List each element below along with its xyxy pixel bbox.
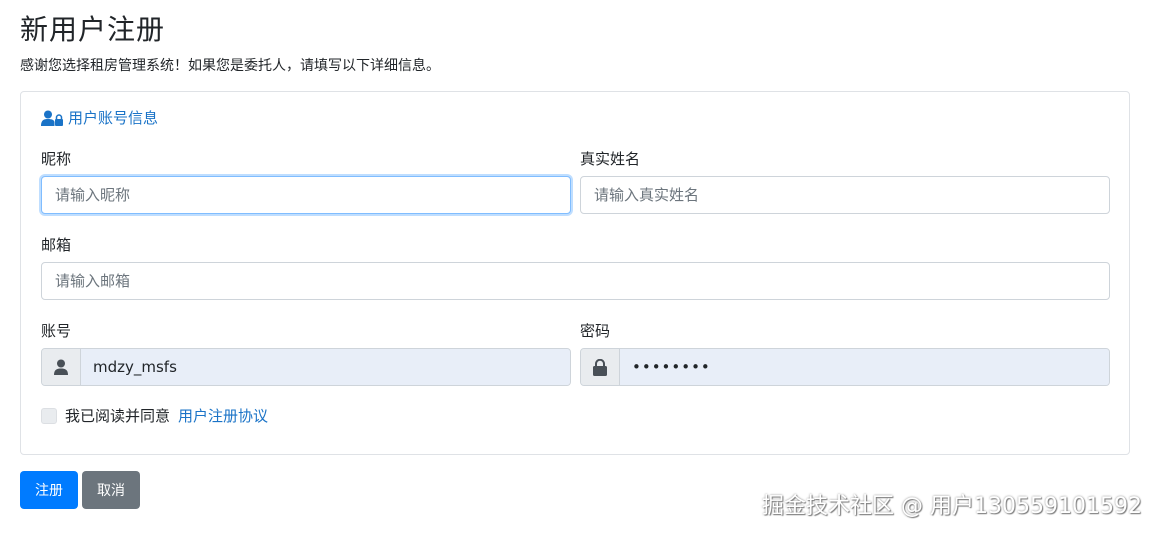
page-title: 新用户注册	[20, 13, 166, 46]
cancel-button[interactable]: 取消	[82, 471, 140, 509]
email-input[interactable]	[41, 262, 1110, 300]
agreement-link[interactable]: 用户注册协议	[178, 405, 268, 426]
register-button[interactable]: 注册	[20, 471, 78, 509]
agree-text: 我已阅读并同意	[65, 407, 171, 425]
realname-label: 真实姓名	[580, 150, 641, 168]
realname-input[interactable]	[580, 176, 1110, 214]
password-input[interactable]: ••••••••	[620, 349, 1109, 385]
password-label: 密码	[580, 322, 611, 340]
registration-card: 用户账号信息 昵称 真实姓名 邮箱 账号 mdzy_msfs 密码 ••••••…	[20, 91, 1130, 455]
nickname-input[interactable]	[41, 176, 571, 214]
user-icon	[42, 349, 81, 385]
password-input-group[interactable]: ••••••••	[580, 348, 1110, 386]
agree-checkbox[interactable]	[41, 407, 57, 424]
watermark: 掘金技术社区 @ 用户130559101592	[762, 494, 1142, 519]
account-label: 账号	[41, 322, 72, 340]
nickname-label: 昵称	[41, 150, 72, 168]
agree-row: 我已阅读并同意 用户注册协议	[41, 405, 268, 426]
user-lock-icon	[41, 110, 63, 126]
lock-icon	[581, 349, 620, 385]
section-title: 用户账号信息	[68, 109, 159, 127]
page-subtitle: 感谢您选择租房管理系统！如果您是委托人，请填写以下详细信息。	[20, 58, 440, 74]
account-input-group[interactable]: mdzy_msfs	[41, 348, 571, 386]
email-label: 邮箱	[41, 236, 72, 254]
section-header: 用户账号信息	[41, 107, 158, 128]
account-input[interactable]: mdzy_msfs	[81, 349, 570, 385]
